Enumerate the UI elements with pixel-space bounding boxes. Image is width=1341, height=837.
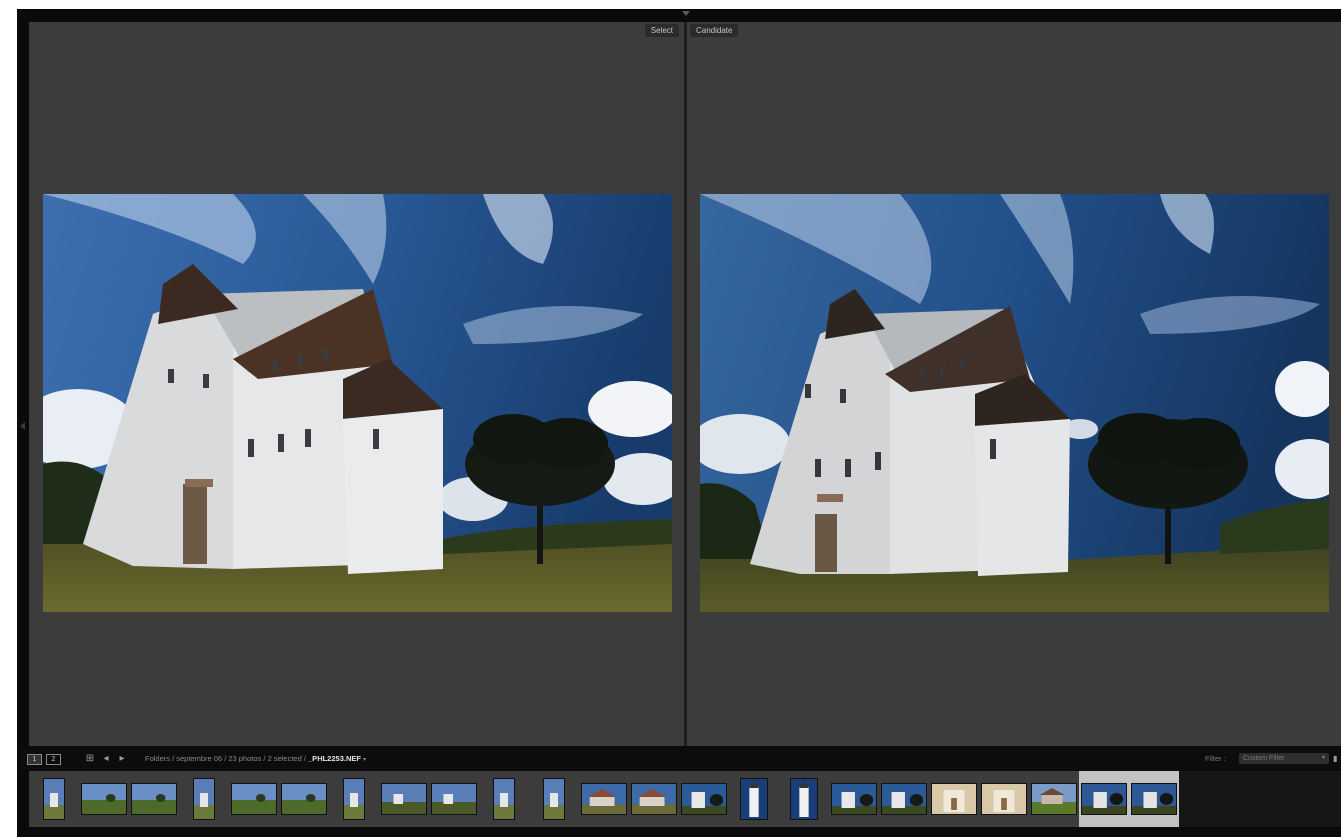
forward-arrow-icon[interactable]: ▸ (116, 753, 128, 765)
back-arrow-icon[interactable]: ◂ (100, 753, 112, 765)
filmstrip-thumbnail[interactable] (79, 771, 129, 827)
thumbnail-image (193, 778, 215, 820)
filmstrip-thumbnail[interactable] (179, 771, 229, 827)
filmstrip-thumbnail[interactable] (779, 771, 829, 827)
thumbnail-image (1131, 783, 1177, 815)
select-pane: Select (29, 22, 684, 746)
filmstrip-thumbnail[interactable] (479, 771, 529, 827)
filmstrip-thumbnail[interactable] (929, 771, 979, 827)
thumbnail-image (543, 778, 565, 820)
chevron-down-icon[interactable]: ▾ (363, 757, 366, 763)
filmstrip-thumbnail[interactable] (579, 771, 629, 827)
thumbnail-image (831, 783, 877, 815)
filmstrip-thumbnail[interactable] (529, 771, 579, 827)
filter-value: Custom Filter (1243, 755, 1285, 762)
thumbnail-image (631, 783, 677, 815)
filmstrip-thumbnail[interactable] (679, 771, 729, 827)
filmstrip-thumbnail[interactable] (1129, 771, 1179, 827)
filmstrip-thumbnail[interactable] (1079, 771, 1129, 827)
grid-icon[interactable]: ⊞ (84, 753, 96, 765)
filmstrip-thumbnail[interactable] (329, 771, 379, 827)
thumbnail-image (981, 783, 1027, 815)
thumbnail-image (131, 783, 177, 815)
filter-label: Filter : (1205, 754, 1226, 763)
thumbnail-image (281, 783, 327, 815)
thumbnail-image (431, 783, 477, 815)
filmstrip-thumbnail[interactable] (729, 771, 779, 827)
thumbnail-image (931, 783, 977, 815)
candidate-pane: Candidate (687, 22, 1341, 746)
thumbnail-image (81, 783, 127, 815)
lock-icon[interactable]: ▮ (1333, 753, 1341, 764)
filter-dropdown[interactable]: Custom Filter ▾ (1239, 753, 1329, 764)
candidate-photo[interactable] (700, 194, 1329, 612)
filmstrip-thumbnail[interactable] (229, 771, 279, 827)
thumbnail-image (381, 783, 427, 815)
filmstrip-thumbnail[interactable] (429, 771, 479, 827)
thumbnail-image (881, 783, 927, 815)
thumbnail-image (231, 783, 277, 815)
chevron-down-icon: ▾ (1321, 755, 1325, 761)
thumbnail-image (790, 778, 818, 820)
filmstrip-toolbar: 1 2 ⊞ ◂ ▸ Folders / septembre 06 / 23 ph… (17, 748, 1341, 770)
filmstrip-thumbnail[interactable] (379, 771, 429, 827)
thumbnail-image (493, 778, 515, 820)
filmstrip-thumbnail[interactable] (29, 771, 79, 827)
current-file-name[interactable]: _PHL2253.NEF (308, 754, 361, 763)
secondary-window-button[interactable]: 2 (46, 754, 61, 765)
thumbnail-image (740, 778, 768, 820)
breadcrumb-path: Folders / septembre 06 / 23 photos / 2 s… (145, 754, 309, 763)
filmstrip-thumbnail[interactable] (279, 771, 329, 827)
thumbnail-image (343, 778, 365, 820)
filmstrip-thumbnail[interactable] (629, 771, 679, 827)
thumbnail-image (581, 783, 627, 815)
filmstrip-thumbnail[interactable] (1029, 771, 1079, 827)
top-panel-toggle-icon[interactable] (682, 11, 690, 16)
thumbnail-image (1031, 783, 1077, 815)
select-label: Select (644, 24, 679, 37)
compare-view-window: Select Candidate 1 2 ⊞ ◂ ▸ Folders / sep… (17, 9, 1341, 837)
select-photo[interactable] (43, 194, 672, 612)
breadcrumb[interactable]: Folders / septembre 06 / 23 photos / 2 s… (145, 754, 366, 765)
filmstrip-thumbnail[interactable] (979, 771, 1029, 827)
filmstrip-thumbnail[interactable] (829, 771, 879, 827)
main-window-button[interactable]: 1 (27, 754, 42, 765)
filmstrip-thumbnail[interactable] (879, 771, 929, 827)
filmstrip-thumbnail[interactable] (129, 771, 179, 827)
filmstrip[interactable] (29, 771, 1341, 827)
thumbnail-image (43, 778, 65, 820)
candidate-label: Candidate (690, 24, 739, 37)
thumbnail-image (1081, 783, 1127, 815)
thumbnail-image (681, 783, 727, 815)
left-panel-toggle-icon[interactable] (20, 422, 25, 430)
